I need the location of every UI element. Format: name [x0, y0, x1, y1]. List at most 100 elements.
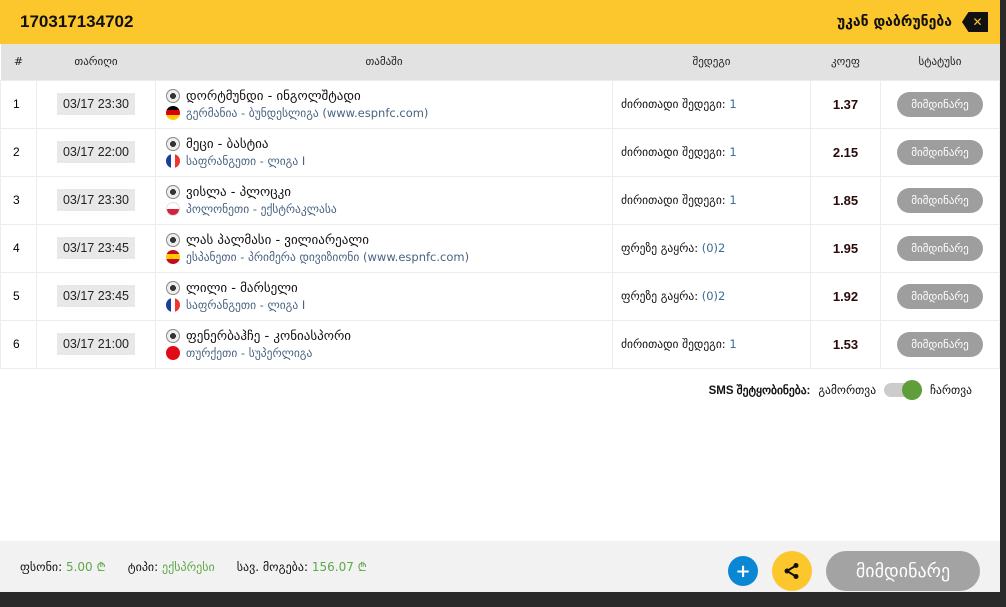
- odds: 1.53: [810, 319, 881, 369]
- sms-notification: SMS შეტყობინება: გამორთვა ჩართვა: [708, 380, 972, 400]
- share-icon: [784, 563, 799, 579]
- sms-toggle[interactable]: [884, 380, 923, 400]
- match-date: 03/17 21:00: [56, 333, 136, 355]
- win-label: სავ. მოგება:: [236, 560, 309, 574]
- bet-label: ძირითადი შედეგი:: [621, 193, 726, 207]
- column-header: თამაში: [155, 44, 613, 80]
- row-number: 1: [0, 79, 37, 129]
- type-label: ტიპი:: [127, 559, 159, 574]
- de-flag-icon: [166, 105, 180, 120]
- es-flag-icon: [166, 249, 180, 264]
- country: საფრანგეთი: [186, 153, 257, 168]
- bet-label: ძირითადი შედეგი:: [621, 337, 726, 351]
- match-name: მეცი - ბასტია: [186, 136, 269, 152]
- country: ესპანეთი: [186, 249, 237, 264]
- country: თურქეთი: [186, 345, 238, 360]
- league: - ბუნდესლიგა (www.espnfc.com): [237, 105, 429, 120]
- table-row[interactable]: 2 03/17 22:00 მეცი - ბასტია საფრანგეთი -…: [0, 127, 1000, 177]
- bet-label: ძირითადი შედეგი:: [621, 97, 726, 111]
- bet-value: 1: [729, 337, 737, 351]
- row-number: 2: [0, 127, 37, 177]
- sms-on-label: ჩართვა: [930, 383, 972, 397]
- column-header: თარიღი: [36, 44, 156, 80]
- row-number: 6: [0, 319, 37, 369]
- ticket-id: 170317134702: [20, 12, 134, 31]
- bet-value: 1: [729, 193, 737, 207]
- bet-value: (0)2: [701, 289, 726, 303]
- row-number: 4: [0, 223, 37, 273]
- status-badge[interactable]: მიმდინარე: [897, 283, 983, 309]
- row-number: 5: [0, 271, 37, 321]
- status-badge[interactable]: მიმდინარე: [897, 235, 983, 261]
- modal-header: 170317134702 უკან დაბრუნება ✕: [0, 0, 1000, 44]
- odds: 1.92: [810, 271, 881, 321]
- match-name: ფენერბაჰჩე - კონიასპორი: [186, 328, 352, 344]
- match-name: ლილი - მარსელი: [186, 280, 298, 296]
- table-row[interactable]: 1 03/17 23:30 დორტმუნდი - ინგოლშტადი გერ…: [0, 79, 1000, 129]
- stake-info: ფსონი: 5.00 ₾: [20, 558, 106, 575]
- soccer-ball-icon: [166, 281, 180, 295]
- fr-flag-icon: [166, 297, 180, 312]
- column-header: სტატუსი: [880, 44, 1000, 80]
- tr-flag-icon: [166, 345, 180, 360]
- match-name: დორტმუნდი - ინგოლშტადი: [186, 88, 361, 104]
- fr-flag-icon: [166, 153, 180, 168]
- table-row[interactable]: 5 03/17 23:45 ლილი - მარსელი საფრანგეთი …: [0, 271, 1000, 321]
- country: პოლონეთი: [186, 201, 250, 216]
- stake-label: ფსონი:: [20, 560, 63, 574]
- match-date: 03/17 23:45: [56, 237, 136, 259]
- status-badge[interactable]: მიმდინარე: [897, 91, 983, 117]
- back-label: უკან დაბრუნება: [836, 14, 952, 30]
- back-button[interactable]: უკან დაბრუნება ✕: [837, 12, 988, 32]
- row-number: 3: [0, 175, 37, 225]
- bet-label: ფრეზე გაყრა:: [621, 241, 699, 255]
- column-header: #: [0, 44, 37, 80]
- odds: 2.15: [810, 127, 881, 177]
- league: - სუპერლიგა: [237, 345, 313, 360]
- backspace-close-icon[interactable]: ✕: [962, 12, 988, 32]
- league: - ექსტრაკლასა: [249, 201, 337, 216]
- soccer-ball-icon: [166, 329, 180, 343]
- sms-label: SMS შეტყობინება:: [708, 385, 811, 397]
- soccer-ball-icon: [166, 233, 180, 247]
- status-badge[interactable]: მიმდინარე: [897, 331, 983, 357]
- match-date: 03/17 23:30: [56, 93, 136, 115]
- match-date: 03/17 23:30: [56, 189, 136, 211]
- win-info: სავ. მოგება: 156.07 ₾: [237, 558, 367, 575]
- bet-value: 1: [729, 97, 737, 111]
- sms-off-label: გამორთვა: [818, 383, 877, 397]
- odds: 1.37: [810, 79, 881, 129]
- odds: 1.95: [810, 223, 881, 273]
- country: გერმანია: [186, 105, 238, 120]
- soccer-ball-icon: [166, 89, 180, 103]
- match-date: 03/17 22:00: [56, 141, 136, 163]
- ticket-modal: 170317134702 უკან დაბრუნება ✕ # თარიღი თამ…: [0, 0, 1000, 592]
- type-value: ექსპრესი: [162, 559, 215, 574]
- bet-label: ძირითადი შედეგი:: [621, 145, 726, 159]
- country: საფრანგეთი: [186, 297, 257, 312]
- match-date: 03/17 23:45: [56, 285, 136, 307]
- bet-value: (0)2: [701, 241, 726, 255]
- table-row[interactable]: 6 03/17 21:00 ფენერბაჰჩე - კონიასპორი თუ…: [0, 319, 1000, 369]
- table-row[interactable]: 4 03/17 23:45 ლას პალმასი - ვილიარეალი ე…: [0, 223, 1000, 273]
- pl-flag-icon: [166, 201, 180, 216]
- share-button[interactable]: [772, 551, 812, 591]
- match-name: ვისლა - პლოცკი: [186, 184, 292, 200]
- add-button[interactable]: +: [728, 556, 758, 586]
- league: - პრიმერა დივიზიონი (www.espnfc.com): [236, 249, 470, 264]
- odds: 1.85: [810, 175, 881, 225]
- status-badge[interactable]: მიმდინარე: [897, 187, 983, 213]
- bet-value: 1: [729, 145, 737, 159]
- status-badge[interactable]: მიმდინარე: [897, 139, 983, 165]
- bet-label: ფრეზე გაყრა:: [621, 289, 699, 303]
- bets-table: # თარიღი თამაში შედეგი კოეფ სტატუსი 1 03/17 2…: [0, 44, 1000, 369]
- toggle-knob: [902, 380, 923, 400]
- type-info: ტიპი: ექსპრესი: [128, 560, 215, 574]
- soccer-ball-icon: [166, 185, 180, 199]
- match-name: ლას პალმასი - ვილიარეალი: [186, 232, 369, 248]
- status-button[interactable]: მიმდინარე: [826, 551, 980, 591]
- table-row[interactable]: 3 03/17 23:30 ვისლა - პლოცკი პოლონეთი - …: [0, 175, 1000, 225]
- stake-value: 5.00 ₾: [65, 560, 106, 574]
- column-header: კოეფ: [810, 44, 881, 80]
- column-header: შედეგი: [612, 44, 811, 80]
